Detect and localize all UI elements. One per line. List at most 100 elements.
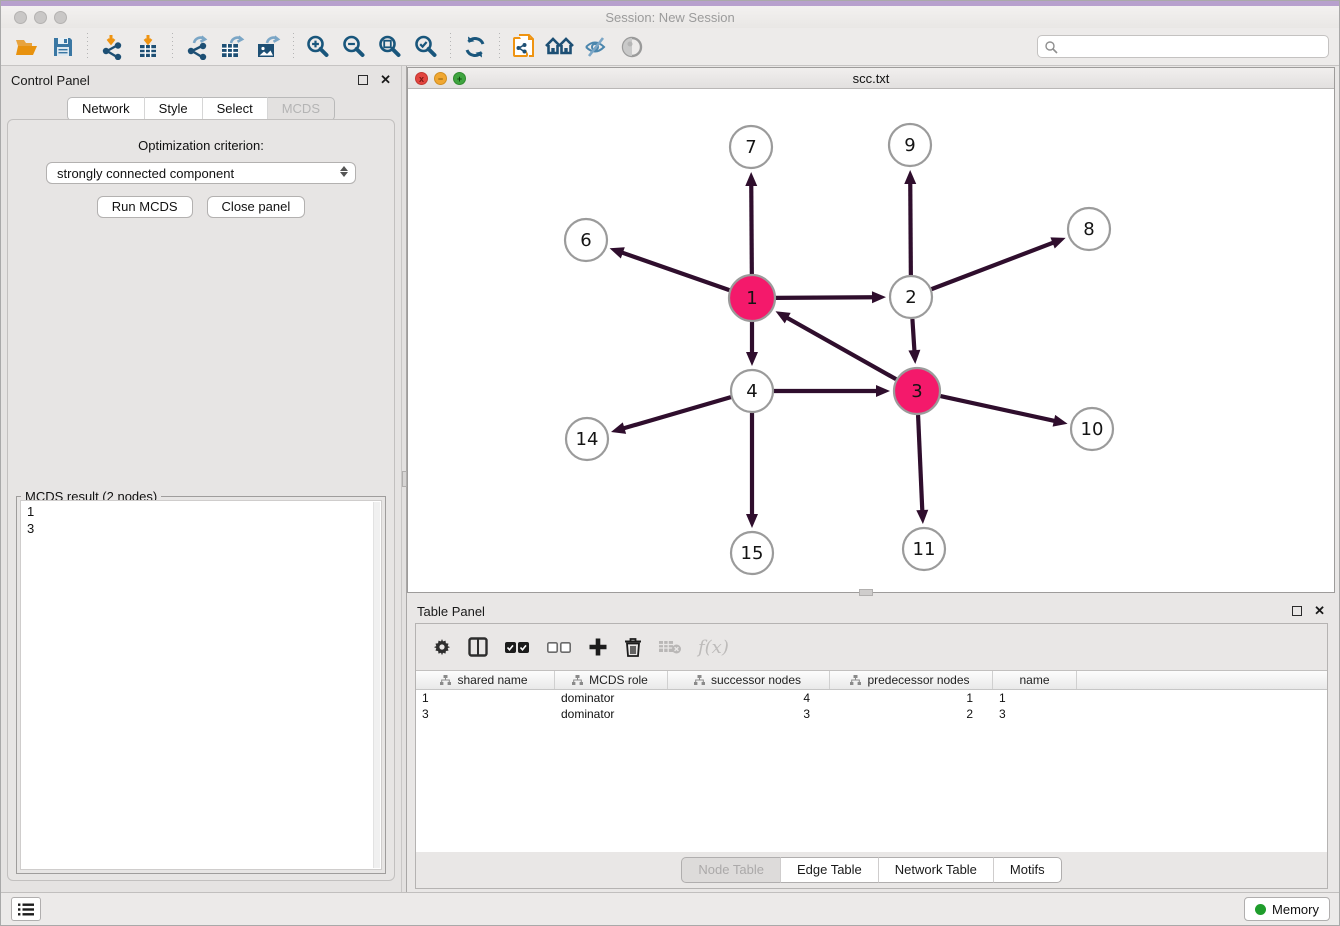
column-header-shared-name[interactable]: shared name	[416, 671, 555, 689]
node-table: shared nameMCDS rolesuccessor nodesprede…	[416, 670, 1327, 852]
graph-node-3[interactable]: 3	[894, 368, 940, 414]
node-label: 11	[913, 539, 936, 560]
node-label: 10	[1081, 419, 1104, 440]
graph-node-15[interactable]: 15	[731, 532, 773, 574]
tab-network-table[interactable]: Network Table	[879, 857, 994, 883]
graph-edge-3-10[interactable]	[940, 396, 1055, 421]
horizontal-splitter-handle[interactable]	[859, 589, 873, 596]
graph-edge-4-14[interactable]	[623, 397, 731, 429]
node-label: 1	[746, 288, 757, 309]
graph-node-10[interactable]: 10	[1071, 408, 1113, 450]
close-table-panel-icon[interactable]: ✕	[1314, 606, 1325, 616]
export-network-icon[interactable]	[179, 32, 215, 62]
table-row[interactable]: 1dominator411	[416, 690, 1327, 706]
graph-node-14[interactable]: 14	[566, 418, 608, 460]
home-icon[interactable]	[542, 32, 578, 62]
zoom-selected-icon[interactable]	[408, 32, 444, 62]
graph-edge-3-11[interactable]	[918, 415, 922, 512]
add-column-icon[interactable]	[588, 637, 608, 657]
table-row[interactable]: 3dominator323	[416, 706, 1327, 722]
gear-icon[interactable]	[432, 637, 452, 657]
control-panel: Control Panel ✕ NetworkStyleSelectMCDS O…	[1, 66, 401, 894]
graph-node-2[interactable]: 2	[890, 276, 932, 318]
node-label: 4	[746, 381, 757, 402]
graph-node-6[interactable]: 6	[565, 219, 607, 261]
graph-arrowhead-2-3	[908, 350, 920, 364]
zoom-out-icon[interactable]	[336, 32, 372, 62]
tab-node-table[interactable]: Node Table	[681, 857, 781, 883]
mcds-result-line: 1	[27, 503, 375, 520]
tab-motifs[interactable]: Motifs	[994, 857, 1062, 883]
tab-select[interactable]: Select	[203, 97, 268, 121]
select-all-icon[interactable]	[504, 641, 530, 654]
graph-node-7[interactable]: 7	[730, 126, 772, 168]
graph-node-8[interactable]: 8	[1068, 208, 1110, 250]
optimization-criterion-label: Optimization criterion:	[8, 138, 394, 153]
graph-node-4[interactable]: 4	[731, 370, 773, 412]
deselect-all-icon[interactable]	[546, 641, 572, 654]
import-table-icon[interactable]	[130, 32, 166, 62]
toolbar-separator	[499, 33, 500, 61]
export-image-icon[interactable]	[251, 32, 287, 62]
mcds-result-list[interactable]: 13	[20, 500, 382, 870]
columns-icon[interactable]	[468, 637, 488, 657]
hide-panel-icon[interactable]	[578, 32, 614, 62]
tab-network[interactable]: Network	[67, 97, 145, 121]
graph-node-1[interactable]: 1	[729, 275, 775, 321]
tab-edge-table[interactable]: Edge Table	[781, 857, 879, 883]
search-input[interactable]	[1062, 40, 1322, 54]
graph-arrowhead-3-11	[916, 510, 928, 524]
zoom-in-icon[interactable]	[300, 32, 336, 62]
tab-mcds[interactable]: MCDS	[268, 97, 335, 121]
table-body: 1dominator4113dominator323	[416, 690, 1327, 722]
column-header-successor-nodes[interactable]: successor nodes	[668, 671, 830, 689]
show-panel-icon[interactable]	[614, 32, 650, 62]
graph-edge-2-8[interactable]	[932, 242, 1055, 289]
close-panel-icon[interactable]: ✕	[380, 75, 391, 85]
network-window-titlebar[interactable]: x − + scc.txt	[408, 68, 1334, 89]
node-label: 7	[745, 137, 756, 158]
network-window-title: scc.txt	[408, 71, 1334, 86]
new-network-icon[interactable]	[506, 32, 542, 62]
refresh-layout-icon[interactable]	[457, 32, 493, 62]
close-panel-button[interactable]: Close panel	[207, 196, 306, 218]
delete-table-icon[interactable]	[658, 639, 682, 655]
list-icon	[18, 903, 34, 916]
toolbar-separator	[87, 33, 88, 61]
open-session-icon[interactable]	[9, 32, 45, 62]
search-field[interactable]	[1037, 35, 1329, 58]
float-table-panel-icon[interactable]	[1292, 606, 1302, 616]
table-cell: dominator	[555, 690, 668, 706]
table-panel-title: Table Panel	[417, 604, 485, 619]
zoom-fit-icon[interactable]	[372, 32, 408, 62]
graph-edge-2-9[interactable]	[910, 182, 911, 275]
column-header-name[interactable]: name	[993, 671, 1077, 689]
graph-node-9[interactable]: 9	[889, 124, 931, 166]
save-session-icon[interactable]	[45, 32, 81, 62]
task-history-button[interactable]	[11, 897, 41, 921]
float-panel-icon[interactable]	[358, 75, 368, 85]
graph-edge-1-7[interactable]	[751, 184, 752, 274]
graph-edge-1-6[interactable]	[621, 252, 729, 290]
memory-button[interactable]: Memory	[1244, 897, 1330, 921]
result-scrollbar[interactable]	[373, 502, 380, 868]
function-builder-icon[interactable]: f(x)	[698, 637, 729, 658]
table-cell: 3	[993, 706, 1077, 722]
graph-edge-3-1[interactable]	[786, 317, 896, 379]
graph-edge-2-3[interactable]	[912, 319, 914, 352]
memory-button-label: Memory	[1272, 902, 1319, 917]
delete-column-icon[interactable]	[624, 637, 642, 657]
import-network-icon[interactable]	[94, 32, 130, 62]
tab-style[interactable]: Style	[145, 97, 203, 121]
export-table-icon[interactable]	[215, 32, 251, 62]
graph-arrowhead-2-9	[904, 170, 916, 184]
column-header-predecessor-nodes[interactable]: predecessor nodes	[830, 671, 993, 689]
run-mcds-button[interactable]: Run MCDS	[97, 196, 193, 218]
network-canvas[interactable]: 7 9 6 8 1 2 4 3 14 10 15 11	[408, 89, 1334, 592]
table-cell: dominator	[555, 706, 668, 722]
column-header-MCDS-role[interactable]: MCDS role	[555, 671, 668, 689]
graph-node-11[interactable]: 11	[903, 528, 945, 570]
graph-edge-1-2[interactable]	[776, 297, 874, 298]
criterion-dropdown[interactable]: strongly connected component	[46, 162, 356, 184]
graph-arrowhead-1-2	[872, 291, 886, 303]
